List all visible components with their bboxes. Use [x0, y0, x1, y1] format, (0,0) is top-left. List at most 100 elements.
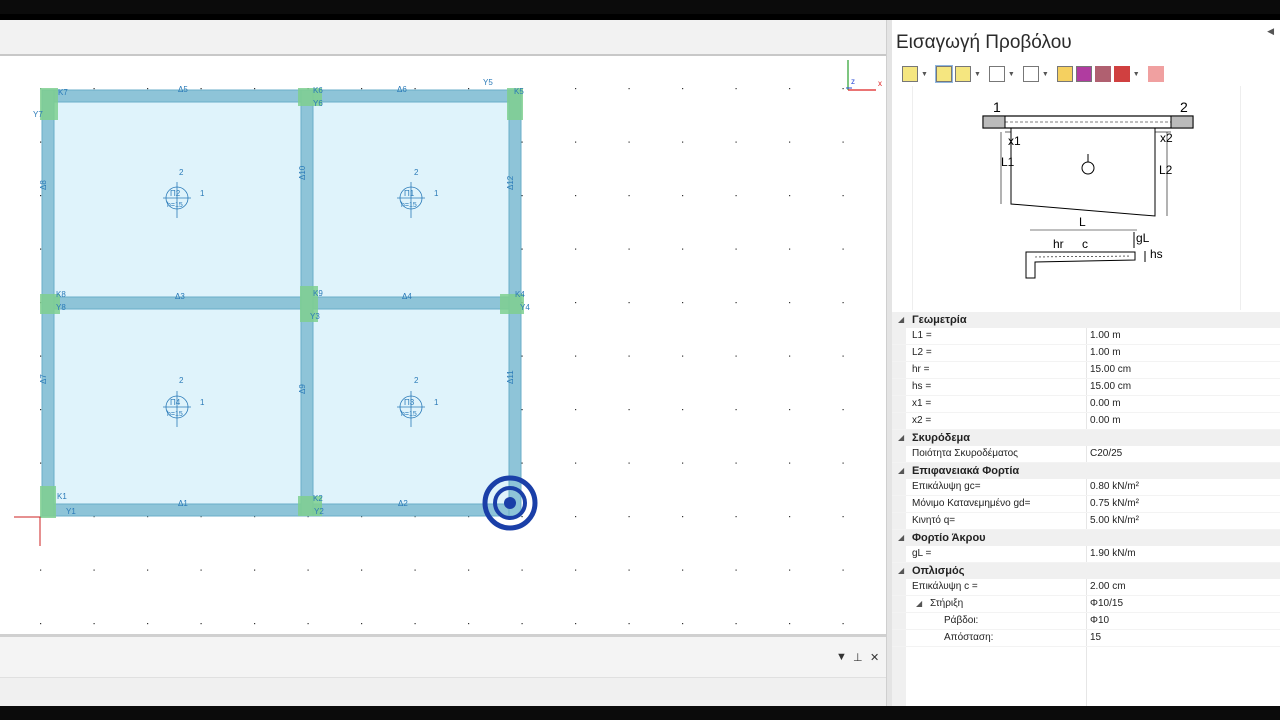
- slab-name: Π3: [404, 398, 415, 407]
- property-row[interactable]: Ράβδοι: Φ10: [892, 613, 1280, 630]
- property-row[interactable]: Επικάλυψη c = 2.00 cm: [892, 579, 1280, 596]
- expand-arrow-icon[interactable]: ◢: [898, 530, 904, 546]
- grid-dot: [254, 623, 256, 625]
- expand-arrow-icon[interactable]: ◢: [916, 596, 922, 612]
- grid-dot: [575, 302, 577, 304]
- property-row[interactable]: Μόνιμο Κατανεμημένο gd= 0.75 kN/m²: [892, 496, 1280, 513]
- property-row[interactable]: ◢ Στήριξη Φ10/15: [892, 596, 1280, 613]
- select-point-icon[interactable]: [902, 66, 918, 82]
- support-label-1: 1: [993, 99, 1001, 115]
- grid-dot: [40, 623, 42, 625]
- grid-dot: [842, 141, 844, 143]
- grid-dot: [575, 569, 577, 571]
- grid-dot: [682, 569, 684, 571]
- grid-dot: [789, 88, 791, 90]
- property-row[interactable]: hs = 15.00 cm: [892, 379, 1280, 396]
- expand-arrow-icon[interactable]: ◢: [898, 312, 904, 328]
- expand-arrow-icon[interactable]: ◢: [898, 563, 904, 579]
- block-icon[interactable]: [1094, 66, 1111, 82]
- property-row[interactable]: x1 = 0.00 m: [892, 396, 1280, 413]
- grid-dot: [521, 462, 523, 464]
- dimension-l2: L2: [1159, 163, 1173, 177]
- axis-label: z: [851, 77, 855, 86]
- property-row[interactable]: gL = 1.90 kN/m: [892, 546, 1280, 563]
- property-row[interactable]: Επικάλυψη gc= 0.80 kN/m²: [892, 479, 1280, 496]
- grid-dot: [40, 141, 42, 143]
- dropdown-arrow-icon[interactable]: ▼: [974, 71, 981, 78]
- grid-dot: [682, 141, 684, 143]
- dimension-hr: hr: [1053, 237, 1064, 251]
- grid-dot: [842, 409, 844, 411]
- grid-dot: [521, 195, 523, 197]
- slab-thickness: h=15: [167, 202, 183, 209]
- dimension-x2: x2: [1160, 131, 1173, 145]
- beam-label: Δ8: [39, 180, 48, 190]
- grid-dot: [521, 623, 523, 625]
- column-label: K1: [57, 492, 67, 501]
- column-mark: Y8: [56, 303, 66, 312]
- category-tip-load[interactable]: ◢ Φορτίο Άκρου: [892, 530, 1280, 546]
- grid-dot: [628, 88, 630, 90]
- axis-label: x: [878, 79, 882, 88]
- grid-dot: [789, 355, 791, 357]
- dimension-x1: x1: [1008, 134, 1021, 148]
- grid-dot: [361, 88, 363, 90]
- category-concrete[interactable]: ◢ Σκυρόδεμα: [892, 430, 1280, 446]
- pane-menu-icon[interactable]: ▼: [836, 651, 847, 663]
- expand-arrow-icon[interactable]: ◢: [898, 463, 904, 479]
- grid-dot: [842, 462, 844, 464]
- box-select-icon[interactable]: [1022, 66, 1039, 82]
- insert-icon[interactable]: [1113, 66, 1130, 82]
- grid-dot: [735, 623, 737, 625]
- pin-icon[interactable]: ⊥: [853, 651, 863, 664]
- panel-title: Εισαγωγή Προβόλου: [896, 32, 1072, 53]
- grid-dot: [521, 248, 523, 250]
- property-row[interactable]: Ποιότητα Σκυροδέματος C20/25: [892, 446, 1280, 463]
- cross-pattern-icon[interactable]: [1075, 66, 1092, 82]
- expand-arrow-icon[interactable]: ◢: [898, 430, 904, 446]
- column-label: K6: [313, 86, 323, 95]
- dropdown-arrow-icon[interactable]: ▼: [921, 71, 928, 78]
- column-label: K2: [313, 494, 323, 503]
- category-surface-loads[interactable]: ◢ Επιφανειακά Φορτία: [892, 463, 1280, 479]
- beam-bottom[interactable]: [41, 503, 521, 517]
- grid-icon[interactable]: [1056, 66, 1073, 82]
- grid-dot: [93, 623, 95, 625]
- slab-direction: 2: [179, 376, 184, 385]
- property-row[interactable]: Απόσταση: 15: [892, 630, 1280, 647]
- properties-panel: ◀ Εισαγωγή Προβόλου ▼ ▼ ▼ ▼ ▼ 1 2 x1 x2 …: [892, 20, 1280, 706]
- property-row[interactable]: hr = 15.00 cm: [892, 362, 1280, 379]
- window-select-icon[interactable]: [988, 66, 1005, 82]
- floor-plan[interactable]: K7 K6 K5 K8 K9 K4 K1 K2 Y5 Y7 Y6 Y8 Y3 Y…: [0, 56, 886, 634]
- dropdown-arrow-icon[interactable]: ▼: [1133, 71, 1140, 78]
- category-geometry[interactable]: ◢ Γεωμετρία: [892, 312, 1280, 328]
- close-icon[interactable]: ✕: [870, 651, 879, 664]
- category-reinforcement[interactable]: ◢ Οπλισμός: [892, 563, 1280, 579]
- beam-middle[interactable]: [41, 296, 521, 310]
- dropdown-arrow-icon[interactable]: ▼: [1042, 71, 1049, 78]
- grid-dot: [735, 302, 737, 304]
- beam-label: Δ2: [398, 499, 408, 508]
- grid-dot: [414, 623, 416, 625]
- grid-dot: [575, 88, 577, 90]
- slab-name: Π4: [170, 398, 181, 407]
- plan-canvas[interactable]: K7 K6 K5 K8 K9 K4 K1 K2 Y5 Y7 Y6 Y8 Y3 Y…: [0, 56, 886, 634]
- property-row[interactable]: L2 = 1.00 m: [892, 345, 1280, 362]
- dropdown-arrow-icon[interactable]: ▼: [1008, 71, 1015, 78]
- grid-dot: [40, 355, 42, 357]
- column-mark: Y3: [310, 312, 320, 321]
- output-pane: ▼ ⊥ ✕: [0, 637, 886, 706]
- property-row[interactable]: L1 = 1.00 m: [892, 328, 1280, 345]
- collapse-arrow-icon[interactable]: ◀: [1267, 26, 1274, 37]
- column-k1[interactable]: [40, 486, 56, 518]
- grid-dot: [735, 195, 737, 197]
- grid-dot: [628, 248, 630, 250]
- property-row[interactable]: x2 = 0.00 m: [892, 413, 1280, 430]
- select-edge-icon[interactable]: [934, 65, 953, 83]
- select-grid-icon[interactable]: [954, 66, 971, 82]
- slab-name: Π2: [170, 189, 181, 198]
- grid-dot: [735, 248, 737, 250]
- grid-dot: [789, 623, 791, 625]
- beam-top[interactable]: [41, 89, 521, 103]
- property-row[interactable]: Κινητό q= 5.00 kN/m²: [892, 513, 1280, 530]
